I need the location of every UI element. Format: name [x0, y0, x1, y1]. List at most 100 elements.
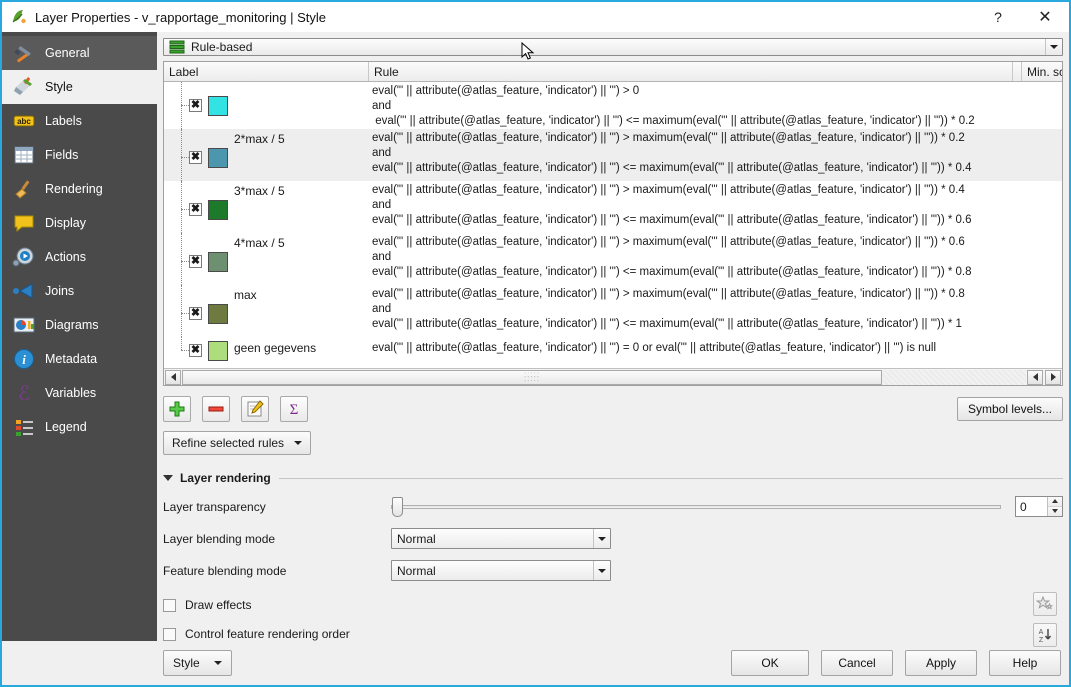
count-features-button[interactable]: Σ [280, 396, 308, 422]
rule-label-text: 2*max / 5 [234, 132, 285, 146]
epsilon-icon: ℰ [12, 381, 36, 405]
layer-transparency-spinbox[interactable]: 0 [1015, 496, 1063, 517]
layer-rendering-group-header[interactable]: Layer rendering [163, 471, 1063, 485]
rule-label-cell: ✖ 4*max / 5 [164, 233, 369, 285]
table-row[interactable]: ✖ eval("' || attribute(@atlas_feature, '… [164, 82, 1062, 129]
table-row[interactable]: ✖ 3*max / 5 eval("' || attribute(@atlas_… [164, 181, 1062, 233]
sidebar-item-display[interactable]: Display [2, 206, 157, 240]
layer-transparency-slider[interactable] [391, 496, 1001, 517]
scrollbar-track[interactable]: :::::::::: [182, 369, 1026, 385]
column-header-min-scale[interactable]: Min. sc [1022, 62, 1062, 81]
layer-blending-arrow[interactable] [593, 529, 610, 548]
rule-enabled-checkbox[interactable]: ✖ [189, 255, 202, 268]
spin-down-button[interactable] [1048, 506, 1062, 516]
sidebar-item-metadata[interactable]: i Metadata [2, 342, 157, 376]
sidebar-item-label: Metadata [45, 352, 98, 366]
rule-symbol-swatch[interactable] [208, 341, 228, 361]
slider-handle[interactable] [392, 496, 403, 517]
rule-enabled-checkbox[interactable]: ✖ [189, 151, 202, 164]
cancel-button[interactable]: Cancel [821, 650, 893, 676]
feature-blending-arrow[interactable] [593, 561, 610, 580]
layer-rendering-title: Layer rendering [180, 471, 271, 485]
sidebar-item-label: Style [45, 80, 73, 94]
renderer-type-value: Rule-based [191, 40, 253, 54]
column-header-label[interactable]: Label [164, 62, 369, 81]
feature-blending-select[interactable]: Normal [391, 560, 611, 581]
sidebar-item-legend[interactable]: Legend [2, 410, 157, 444]
column-resize-grip[interactable] [1013, 62, 1022, 81]
rule-enabled-checkbox[interactable]: ✖ [189, 307, 202, 320]
legend-list-icon [12, 415, 36, 439]
spin-up-button[interactable] [1048, 497, 1062, 507]
rule-enabled-checkbox[interactable]: ✖ [189, 203, 202, 216]
rule-expression-line: eval("' || attribute(@atlas_feature, 'in… [372, 85, 640, 97]
tools-icon [12, 41, 36, 65]
apply-button[interactable]: Apply [905, 650, 977, 676]
rule-symbol-swatch[interactable] [208, 200, 228, 220]
edit-rule-button[interactable] [241, 396, 269, 422]
rule-symbol-swatch[interactable] [208, 252, 228, 272]
scroll-left-button[interactable] [165, 369, 181, 385]
renderer-type-combo[interactable]: Rule-based [163, 38, 1063, 56]
symbol-levels-button[interactable]: Symbol levels... [956, 397, 1063, 421]
tree-elbow-line [181, 105, 189, 106]
rule-expression-line: eval("' || attribute(@atlas_feature, 'in… [372, 162, 972, 174]
rule-enabled-checkbox[interactable]: ✖ [189, 99, 202, 112]
table-row[interactable]: ✖ 2*max / 5 eval("' || attribute(@atlas_… [164, 129, 1062, 181]
sort-az-icon: A Z [1039, 629, 1052, 644]
join-arrow-icon [12, 279, 36, 303]
effects-properties-button[interactable] [1033, 592, 1057, 616]
table-row[interactable]: ✖ geen gegevens eval("' || attribute(@at… [164, 337, 1062, 363]
rule-enabled-checkbox[interactable]: ✖ [189, 344, 202, 357]
rule-based-icon [169, 40, 185, 54]
close-button[interactable]: ✕ [1021, 2, 1069, 32]
sidebar-item-labels[interactable]: abc Labels [2, 104, 157, 138]
rule-symbol-swatch[interactable] [208, 148, 228, 168]
control-order-checkbox[interactable] [163, 627, 176, 641]
sidebar-item-joins[interactable]: Joins [2, 274, 157, 308]
rule-symbol-swatch[interactable] [208, 96, 228, 116]
svg-text:A: A [1039, 629, 1044, 636]
rendering-order-button[interactable]: A Z [1033, 623, 1057, 647]
help-button[interactable]: ? [975, 2, 1021, 32]
table-row[interactable]: ✖ 4*max / 5 eval("' || attribute(@atlas_… [164, 233, 1062, 285]
sidebar-item-actions[interactable]: Actions [2, 240, 157, 274]
gear-play-icon [12, 245, 36, 269]
sidebar-item-diagrams[interactable]: Diagrams [2, 308, 157, 342]
sidebar-item-label: Legend [45, 420, 87, 434]
triangle-left-icon [170, 373, 176, 381]
transparency-value[interactable]: 0 [1016, 497, 1047, 516]
table-row[interactable]: ✖ max eval("' || attribute(@atlas_featur… [164, 285, 1062, 337]
scroll-right-button[interactable] [1045, 369, 1061, 385]
rule-label-cell: ✖ 2*max / 5 [164, 129, 369, 181]
rule-expression-cell: eval("' || attribute(@atlas_feature, 'in… [369, 337, 1062, 363]
sidebar-item-fields[interactable]: Fields [2, 138, 157, 172]
svg-text:i: i [22, 352, 26, 367]
add-rule-button[interactable] [163, 396, 191, 422]
layer-blending-select[interactable]: Normal [391, 528, 611, 549]
layer-blending-value: Normal [397, 531, 436, 546]
remove-rule-button[interactable] [202, 396, 230, 422]
rules-horizontal-scrollbar[interactable]: :::::::::: [164, 368, 1062, 385]
sidebar-item-rendering[interactable]: Rendering [2, 172, 157, 206]
scrollbar-grip-icon: :::::::::: [523, 370, 541, 383]
sidebar-item-style[interactable]: Style [2, 70, 157, 104]
ok-button[interactable]: OK [731, 650, 809, 676]
layer-properties-dialog: Layer Properties - v_rapportage_monitori… [0, 0, 1071, 687]
add-rule-icon [169, 401, 185, 417]
refine-selected-rules-button[interactable]: Refine selected rules [163, 431, 312, 455]
sidebar-item-general[interactable]: General [2, 36, 157, 70]
speech-bubble-icon [12, 211, 36, 235]
sidebar-item-variables[interactable]: ℰ Variables [2, 376, 157, 410]
rule-expression-line: eval("' || attribute(@atlas_feature, 'in… [372, 214, 972, 226]
rule-expression-line: eval("' || attribute(@atlas_feature, 'in… [372, 266, 972, 278]
sidebar-item-label: Diagrams [45, 318, 99, 332]
scrollbar-thumb[interactable]: :::::::::: [182, 369, 882, 385]
scroll-left-button-2[interactable] [1027, 369, 1043, 385]
style-menu-button[interactable]: Style [163, 650, 232, 676]
renderer-combo-arrow[interactable] [1045, 39, 1062, 55]
rule-symbol-swatch[interactable] [208, 304, 228, 324]
rendering-side-buttons: A Z [1033, 592, 1057, 654]
draw-effects-checkbox[interactable] [163, 598, 176, 612]
column-header-rule[interactable]: Rule [369, 62, 1013, 81]
